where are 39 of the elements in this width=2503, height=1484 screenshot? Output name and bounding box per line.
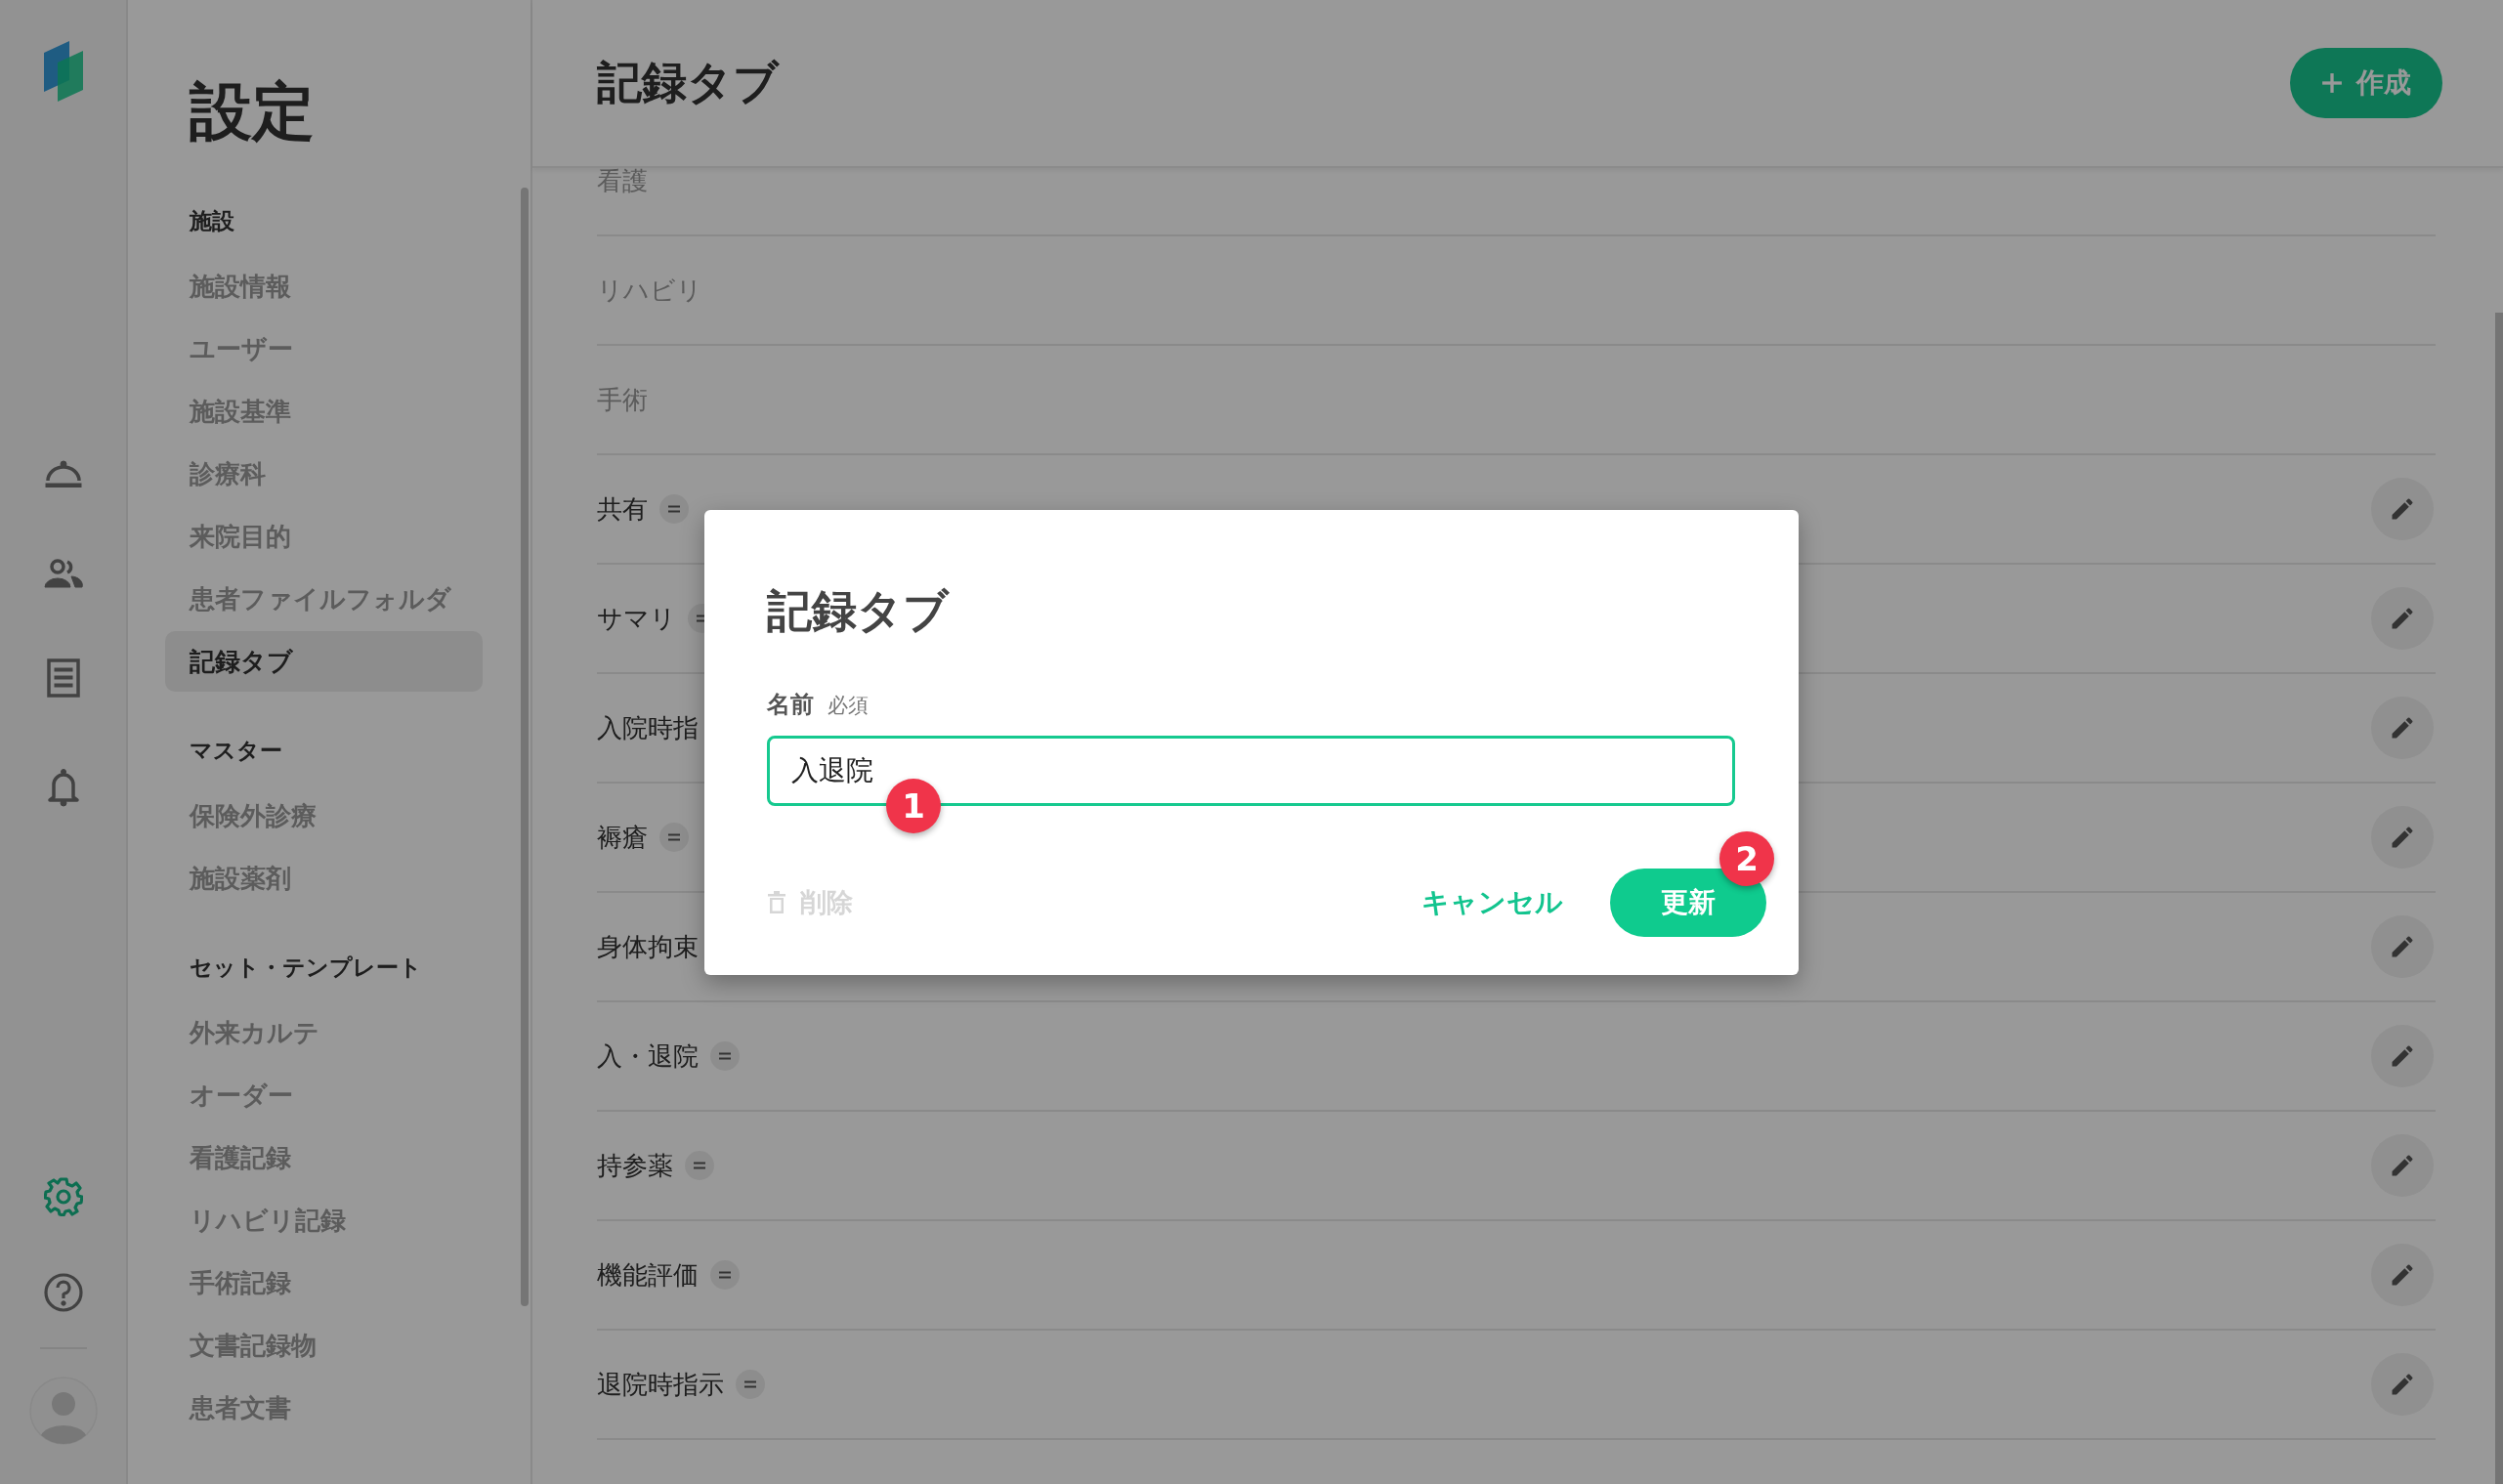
tab-name: リハビリ	[597, 274, 702, 307]
sidebar-item[interactable]: 保険外診療	[165, 785, 483, 846]
section-heading: 施設	[188, 207, 234, 235]
section-heading: マスター	[189, 737, 282, 765]
step-marker: 2	[1719, 830, 1774, 886]
sidebar-item[interactable]: 診療科	[165, 444, 483, 504]
tab-name: 入・退院	[597, 1039, 699, 1073]
create-button[interactable]: 作成	[2290, 48, 2442, 118]
dialog-title: 記録タブ	[767, 586, 951, 636]
sidebar-item[interactable]: 文書記録物	[165, 1315, 483, 1376]
tab-name: 持参薬	[597, 1149, 673, 1182]
tab-name: 入院時指	[597, 711, 699, 744]
cancel-button[interactable]: キャンセル	[1421, 883, 1563, 921]
tab-name: 機能評価	[597, 1258, 699, 1292]
field-label: 名前	[767, 689, 814, 720]
tab-name: 退院時指示	[597, 1368, 724, 1401]
tab-name: 共有	[597, 492, 648, 526]
page-title: 設定	[190, 80, 316, 143]
tab-name: サマリ	[597, 602, 676, 635]
required-label: 必須	[827, 692, 869, 719]
section-heading: セット・テンプレート	[189, 954, 422, 982]
sidebar-item[interactable]: 看護記録	[165, 1127, 483, 1188]
sidebar-item[interactable]: 記録タブ	[165, 631, 483, 692]
sidebar-item[interactable]: 来院目的	[165, 506, 483, 567]
sidebar-item[interactable]: 患者ファイルフォルダ	[165, 569, 483, 629]
section-title: 記録タブ	[597, 55, 781, 110]
sidebar-item[interactable]: 施設薬剤	[165, 848, 483, 909]
sidebar-item[interactable]: 患者文書	[165, 1378, 483, 1438]
tab-name: 看護	[597, 168, 648, 197]
sidebar-item[interactable]: 施設情報	[165, 256, 483, 317]
sidebar-item[interactable]: 外来カルテ	[165, 1002, 483, 1063]
tab-name: 手術	[597, 383, 648, 416]
tab-name: 身体拘束	[597, 930, 699, 963]
sidebar-item[interactable]: ユーザー	[165, 318, 483, 379]
tab-name: 褥瘡	[597, 821, 648, 854]
sidebar-item[interactable]: リハビリ記録	[165, 1190, 483, 1251]
sidebar-item[interactable]: 手術記録	[165, 1252, 483, 1313]
sidebar-item[interactable]: 施設基準	[165, 381, 483, 442]
sidebar-item[interactable]: オーダー	[165, 1065, 483, 1125]
